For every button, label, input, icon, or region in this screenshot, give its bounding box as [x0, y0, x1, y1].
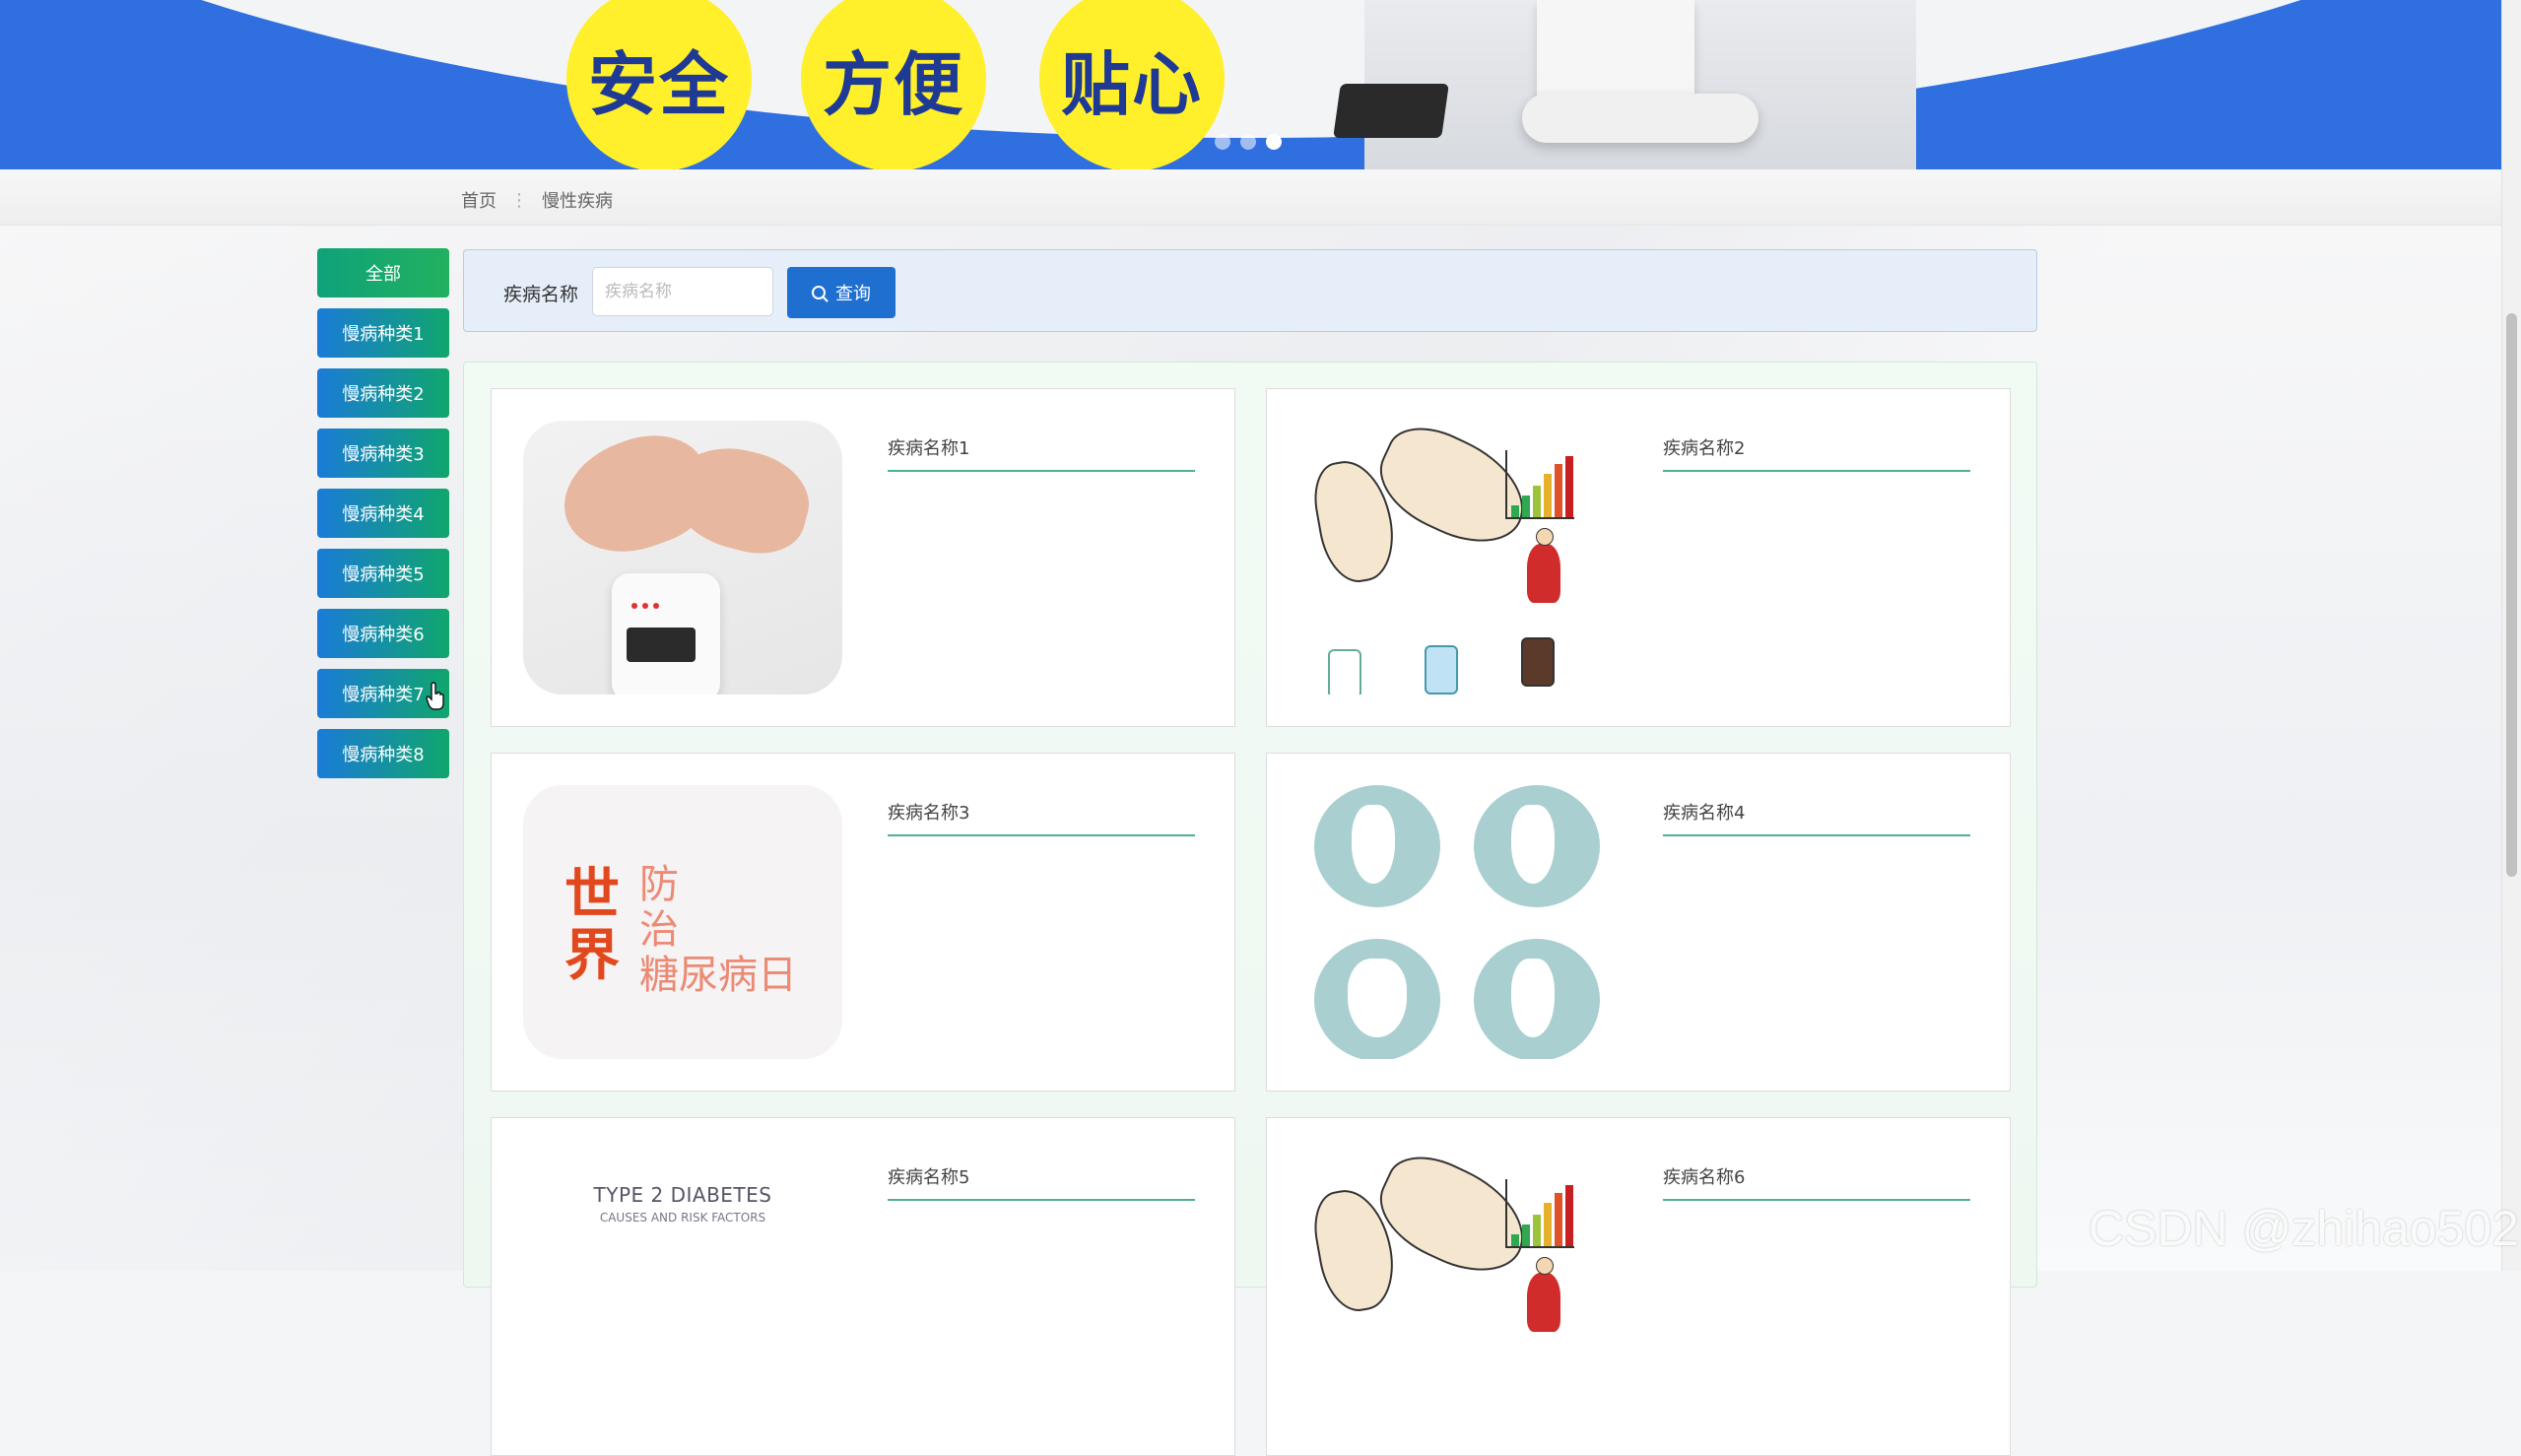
- carousel-dots: [1215, 134, 1282, 150]
- category-button-3[interactable]: 慢病种类3: [317, 429, 449, 478]
- banner-device-image: [1333, 0, 1916, 169]
- breadcrumb-separator: ⋮: [510, 189, 528, 211]
- breadcrumb: 首页 ⋮ 慢性疾病: [461, 187, 613, 213]
- disease-card-3[interactable]: 世界 防 治 糖尿病日 疾病名称3: [491, 753, 1235, 1092]
- search-icon: [812, 286, 826, 299]
- disease-card-5[interactable]: TYPE 2 DIABETES CAUSES AND RISK FACTORS …: [491, 1117, 1235, 1456]
- category-all-button[interactable]: 全部: [317, 248, 449, 298]
- category-button-2[interactable]: 慢病种类2: [317, 368, 449, 418]
- disease-name-4[interactable]: 疾病名称4: [1663, 799, 1970, 836]
- carousel-dot-2[interactable]: [1240, 134, 1256, 150]
- foot-icon: [1474, 939, 1600, 1059]
- banner-circle-1: 安全: [566, 0, 752, 169]
- query-button[interactable]: 查询: [787, 267, 896, 318]
- disease-card-2[interactable]: 疾病名称2: [1266, 388, 2011, 727]
- disease-card-6[interactable]: 疾病名称6: [1266, 1117, 2011, 1456]
- disease-name-6[interactable]: 疾病名称6: [1663, 1163, 1970, 1201]
- category-button-4[interactable]: 慢病种类4: [317, 489, 449, 538]
- disease-thumb-1[interactable]: [523, 421, 842, 695]
- category-button-6[interactable]: 慢病种类6: [317, 609, 449, 658]
- thumb-diabetes-day-text: 防 治 糖尿病日: [639, 862, 797, 998]
- disease-name-2[interactable]: 疾病名称2: [1663, 434, 1970, 472]
- banner-circle-3: 贴心: [1039, 0, 1225, 169]
- disease-thumb-5[interactable]: TYPE 2 DIABETES CAUSES AND RISK FACTORS: [523, 1150, 842, 1423]
- disease-name-5[interactable]: 疾病名称5: [888, 1163, 1195, 1201]
- search-label: 疾病名称: [503, 284, 579, 305]
- disease-thumb-6[interactable]: [1298, 1150, 1618, 1423]
- breadcrumb-bar: 首页 ⋮ 慢性疾病: [0, 169, 2502, 226]
- disease-list-panel: 疾病名称1 疾病名称2 世界 防 治 糖尿病日 疾病名称3 疾病名称4 TYPE…: [463, 362, 2037, 1456]
- category-button-5[interactable]: 慢病种类5: [317, 549, 449, 598]
- foot-icon: [1474, 785, 1600, 907]
- thumb-type2-title: TYPE 2 DIABETES: [593, 1183, 772, 1207]
- category-button-1[interactable]: 慢病种类1: [317, 308, 449, 358]
- breadcrumb-home[interactable]: 首页: [461, 187, 497, 213]
- thumb-world-text: 世界: [564, 862, 620, 988]
- category-button-8[interactable]: 慢病种类8: [317, 729, 449, 778]
- search-bar: 疾病名称 查询: [463, 249, 2037, 332]
- carousel-dot-1[interactable]: [1215, 134, 1230, 150]
- page-scrollbar[interactable]: [2501, 0, 2521, 1271]
- hand-cursor-icon: [426, 682, 444, 710]
- disease-card-1[interactable]: 疾病名称1: [491, 388, 1235, 727]
- query-button-label: 查询: [835, 284, 871, 304]
- thumb-type2-subtitle: CAUSES AND RISK FACTORS: [599, 1211, 766, 1224]
- disease-card-4[interactable]: 疾病名称4: [1266, 753, 2011, 1092]
- disease-thumb-2[interactable]: [1298, 421, 1618, 695]
- banner-circle-2: 方便: [801, 0, 986, 169]
- breadcrumb-current: 慢性疾病: [542, 191, 613, 212]
- disease-name-input[interactable]: [592, 267, 773, 316]
- carousel-dot-3[interactable]: [1266, 134, 1282, 150]
- banner-carousel[interactable]: 安全 方便 贴心: [0, 0, 2502, 169]
- scrollbar-thumb[interactable]: [2506, 313, 2517, 877]
- disease-name-1[interactable]: 疾病名称1: [888, 434, 1195, 472]
- disease-thumb-4[interactable]: [1298, 785, 1618, 1059]
- disease-thumb-3[interactable]: 世界 防 治 糖尿病日: [523, 785, 842, 1059]
- foot-icon: [1314, 939, 1440, 1059]
- foot-icon: [1314, 785, 1440, 907]
- watermark: CSDN @zhihao502: [2088, 1201, 2519, 1256]
- disease-name-3[interactable]: 疾病名称3: [888, 799, 1195, 836]
- banner-wave: [0, 0, 2502, 138]
